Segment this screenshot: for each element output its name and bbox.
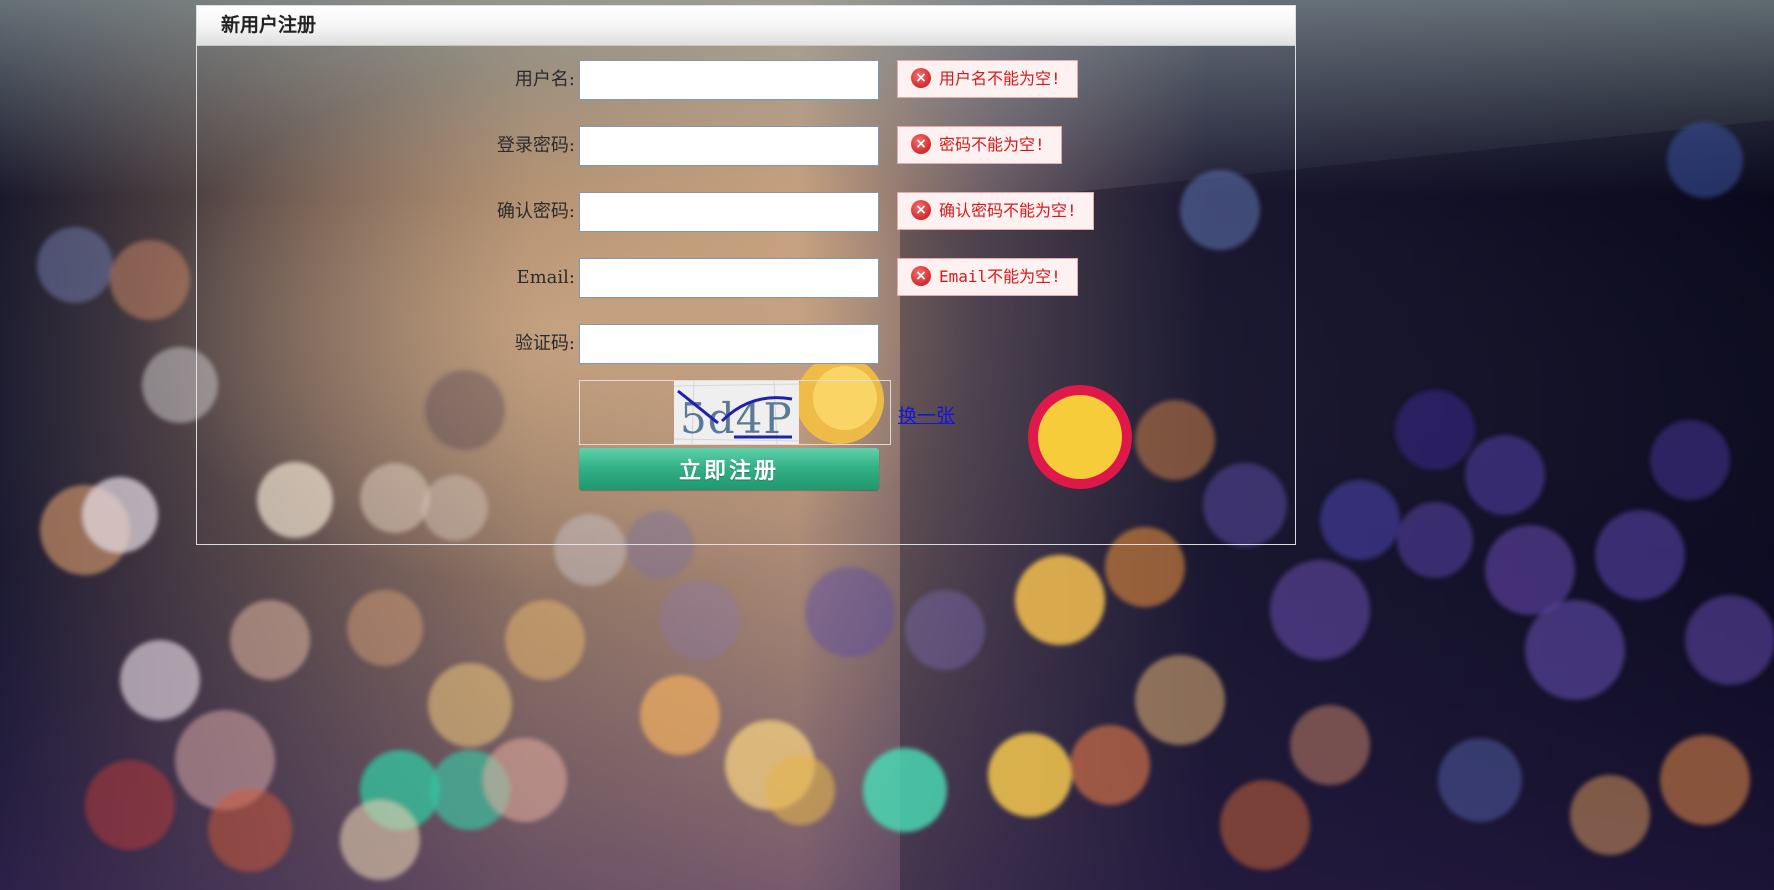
- register-submit-button[interactable]: 立即注册: [579, 448, 879, 490]
- username-label: 用户名:: [514, 69, 575, 90]
- email-row: Email: × Email不能为空!: [197, 258, 1295, 298]
- confirm-password-row: 确认密码: × 确认密码不能为空!: [197, 192, 1295, 232]
- captcha-row: 验证码:: [197, 324, 1295, 364]
- error-circle-x-icon: ×: [911, 265, 931, 286]
- email-error: × Email不能为空!: [897, 258, 1078, 296]
- password-error-text: 密码不能为空!: [939, 135, 1045, 154]
- password-row: 登录密码: × 密码不能为空!: [197, 126, 1295, 166]
- email-input[interactable]: [579, 258, 879, 298]
- captcha-image-frame: 5d4P: [579, 380, 891, 445]
- error-circle-x-icon: ×: [911, 133, 931, 154]
- captcha-input[interactable]: [579, 324, 879, 364]
- error-circle-x-icon: ×: [911, 199, 931, 220]
- refresh-captcha-link[interactable]: 换一张: [898, 401, 955, 428]
- username-input[interactable]: [579, 60, 879, 100]
- password-error: × 密码不能为空!: [897, 126, 1062, 164]
- panel-title: 新用户注册: [197, 6, 1295, 46]
- error-circle-x-icon: ×: [911, 67, 931, 88]
- confirm-password-error-text: 确认密码不能为空!: [939, 201, 1077, 220]
- registration-panel: 新用户注册 用户名: × 用户名不能为空! 登录密码: × 密码不能为空! 确认密码…: [196, 5, 1296, 545]
- password-input[interactable]: [579, 126, 879, 166]
- confirm-password-input[interactable]: [579, 192, 879, 232]
- email-error-text: Email不能为空!: [939, 267, 1061, 286]
- captcha-image[interactable]: 5d4P: [674, 381, 799, 444]
- username-error-text: 用户名不能为空!: [939, 69, 1061, 88]
- username-error: × 用户名不能为空!: [897, 60, 1078, 98]
- email-label: Email:: [516, 267, 575, 288]
- confirm-password-label: 确认密码:: [496, 201, 575, 222]
- confirm-password-error: × 确认密码不能为空!: [897, 192, 1094, 230]
- username-row: 用户名: × 用户名不能为空!: [197, 60, 1295, 100]
- captcha-label: 验证码:: [514, 333, 575, 354]
- password-label: 登录密码:: [496, 135, 575, 156]
